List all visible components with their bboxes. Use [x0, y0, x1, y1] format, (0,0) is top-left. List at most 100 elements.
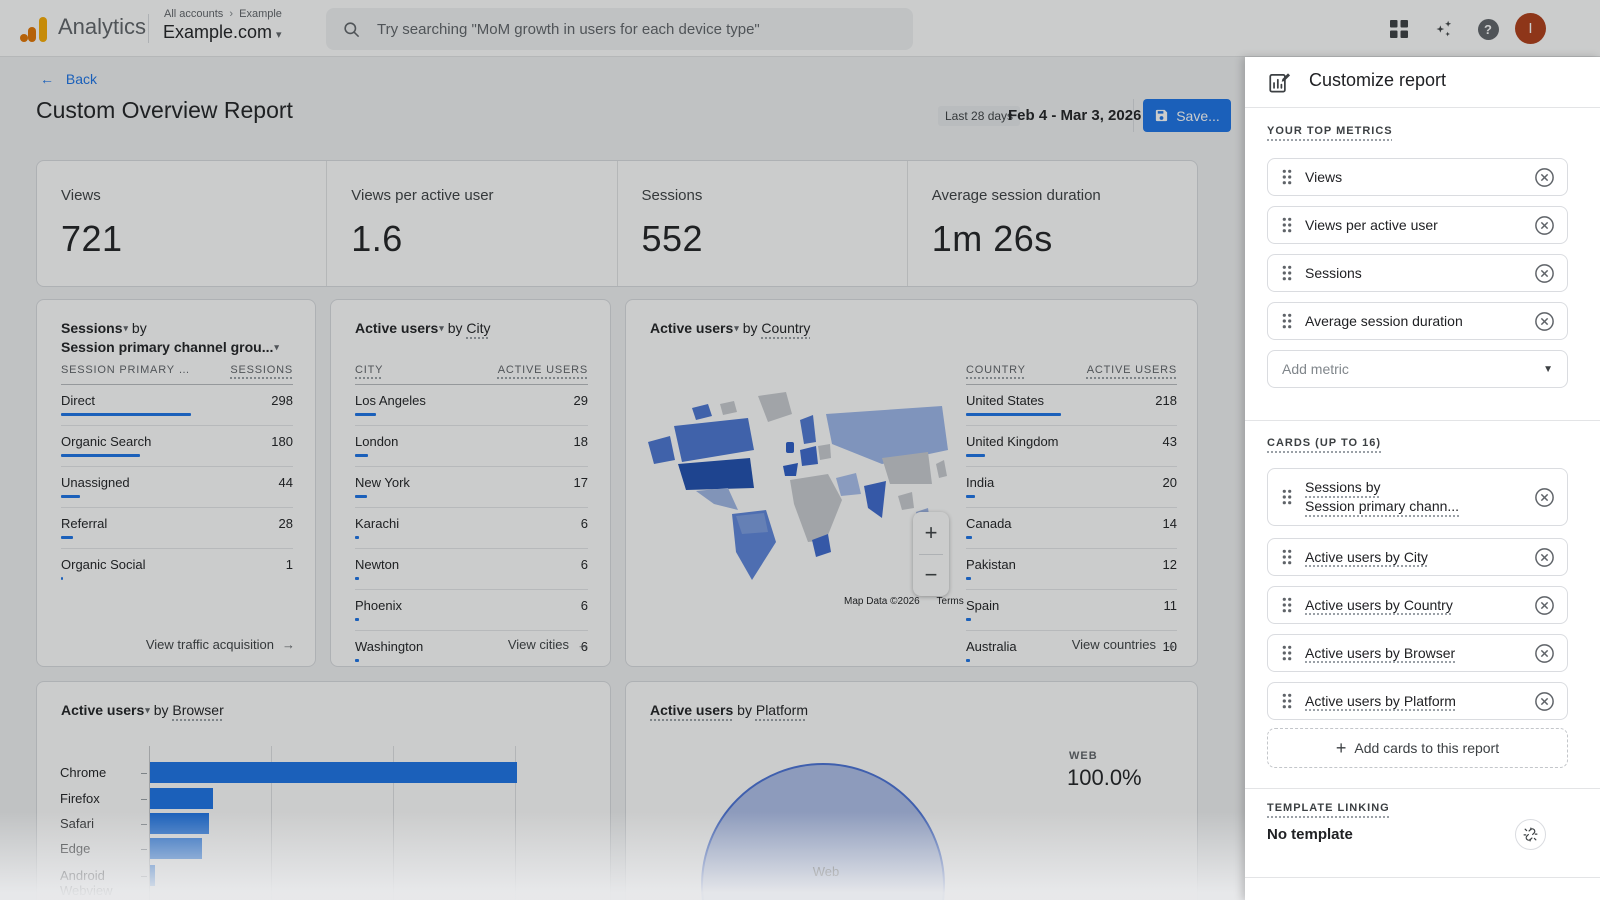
map-terms-link[interactable]: Terms	[937, 596, 964, 607]
remove-card-button[interactable]	[1534, 547, 1555, 568]
page-title: Custom Overview Report	[36, 97, 293, 124]
dimension-link[interactable]: City	[466, 320, 490, 336]
metric-value: 6	[581, 598, 588, 613]
summary-metric: Views per active user 1.6	[326, 161, 616, 286]
metric-value: 43	[1163, 434, 1177, 449]
drag-handle-icon[interactable]	[1282, 489, 1292, 505]
back-button[interactable]: ← Back	[40, 71, 97, 87]
metric-selector[interactable]: Active users▾	[650, 320, 739, 336]
view-cities-link[interactable]: View cities→	[508, 637, 590, 652]
table-row-content: United Kingdom43	[966, 434, 1177, 449]
dimension-selector[interactable]: Session primary channel grou...▾	[61, 339, 279, 355]
metric-value: 29	[574, 393, 588, 408]
remove-card-button[interactable]	[1534, 595, 1555, 616]
table-row: Newton6	[355, 549, 588, 590]
view-countries-link[interactable]: View countries→	[1072, 637, 1177, 652]
mini-bar	[61, 495, 80, 498]
property-switcher[interactable]: Example.com▾	[163, 22, 282, 43]
help-icon[interactable]: ?	[1476, 17, 1500, 41]
table-row: Karachi6	[355, 508, 588, 549]
drag-handle-icon[interactable]	[1282, 265, 1292, 281]
topbar-divider	[148, 14, 149, 43]
remove-metric-button[interactable]	[1534, 311, 1555, 332]
active-users-by-country-card: Active users▾ by Country	[625, 299, 1198, 667]
metric-selector[interactable]: Active users▾	[61, 702, 150, 718]
dimension-link[interactable]: Browser	[172, 702, 223, 718]
active-users-by-platform-card: Active users by Platform Web WEB 100.0%	[625, 681, 1198, 900]
mini-bar	[61, 577, 63, 580]
date-range-picker[interactable]: Feb 4 - Mar 3, 2026	[1008, 107, 1141, 124]
card-item-label-line: Active users by Browser	[1305, 644, 1534, 663]
search-icon	[342, 20, 361, 39]
dimension-value: Pakistan	[966, 557, 1016, 572]
remove-metric-button[interactable]	[1534, 215, 1555, 236]
drag-handle-icon[interactable]	[1282, 169, 1292, 185]
remove-card-button[interactable]	[1534, 487, 1555, 508]
drag-handle-icon[interactable]	[1282, 313, 1292, 329]
table-row: Organic Search180	[61, 426, 293, 467]
google-apps-grid-icon[interactable]	[1387, 17, 1411, 41]
remove-metric-button[interactable]	[1534, 167, 1555, 188]
dimension-value: Los Angeles	[355, 393, 426, 408]
dimension-value: Phoenix	[355, 598, 402, 613]
account-avatar[interactable]: I	[1515, 13, 1546, 44]
table-header: SESSION PRIMARY … SESSIONS	[61, 364, 293, 385]
table-row-content: Los Angeles 29	[355, 393, 588, 408]
mini-bar	[966, 659, 970, 662]
dimension-link[interactable]: Platform	[756, 702, 808, 718]
remove-metric-button[interactable]	[1534, 263, 1555, 284]
drag-handle-icon[interactable]	[1282, 693, 1292, 709]
breadcrumb-root[interactable]: All accounts	[164, 8, 223, 20]
unlink-template-button[interactable]	[1515, 819, 1546, 850]
card-item-label-line: Active users by Country	[1305, 596, 1534, 615]
dimension-link[interactable]: Country	[761, 320, 810, 336]
map-attribution: Map Data ©2026 Terms	[844, 596, 964, 607]
metric-selector[interactable]: Active users▾	[355, 320, 444, 336]
search-bar[interactable]	[326, 8, 913, 50]
metric-selector[interactable]: Sessions▾	[61, 320, 128, 336]
save-button[interactable]: Save...	[1143, 99, 1231, 132]
bar	[150, 813, 209, 834]
platform-legend-value: 100.0%	[1067, 765, 1142, 791]
metric-value: 20	[1163, 475, 1177, 490]
bar	[150, 838, 202, 859]
table-row-content: London18	[355, 434, 588, 449]
mini-bar	[61, 536, 73, 539]
table-header: COUNTRY ACTIVE USERS	[966, 364, 1177, 385]
header-divider	[1133, 99, 1134, 132]
dimension-value: United States	[966, 393, 1044, 408]
panel-divider	[1245, 420, 1600, 421]
panel-card-item: Active users by Platform	[1267, 682, 1568, 720]
mini-bar	[966, 577, 971, 580]
dimension-value: Referral	[61, 516, 107, 531]
panel-card-item: Active users by City	[1267, 538, 1568, 576]
dimension-value: London	[355, 434, 398, 449]
map-zoom-in-button[interactable]: +	[913, 512, 949, 554]
card-title: Active users▾ by City	[355, 320, 491, 336]
platform-pie-chart	[701, 763, 945, 900]
view-traffic-acquisition-link[interactable]: View traffic acquisition→	[146, 637, 295, 652]
card-item-label: Sessions bySession primary chann...	[1305, 478, 1534, 516]
card-item-label-line: Session primary chann...	[1305, 497, 1534, 516]
table-row: Phoenix 6	[355, 590, 588, 631]
map-zoom-out-button[interactable]: −	[913, 555, 949, 597]
remove-card-button[interactable]	[1534, 691, 1555, 712]
card-title-dimension: Session primary channel grou...▾	[61, 339, 279, 355]
dimension-value: Organic Social	[61, 557, 146, 572]
table-row-content: Newton6	[355, 557, 588, 572]
add-cards-button[interactable]: + Add cards to this report	[1267, 728, 1568, 768]
remove-card-button[interactable]	[1534, 643, 1555, 664]
metric-item-label: Views	[1305, 168, 1534, 187]
metric-link[interactable]: Active users	[650, 702, 733, 718]
search-input[interactable]	[375, 20, 897, 39]
drag-handle-icon[interactable]	[1282, 549, 1292, 565]
breadcrumb[interactable]: All accounts › Example	[164, 8, 282, 20]
drag-handle-icon[interactable]	[1282, 645, 1292, 661]
drag-handle-icon[interactable]	[1282, 217, 1292, 233]
add-metric-dropdown[interactable]: Add metric ▼	[1267, 350, 1568, 388]
table-row: Unassigned44	[61, 467, 293, 508]
drag-handle-icon[interactable]	[1282, 597, 1292, 613]
gemini-sparkle-icon[interactable]	[1432, 17, 1456, 41]
breadcrumb-current[interactable]: Example	[239, 8, 282, 20]
chevron-down-icon: ▾	[274, 342, 279, 352]
